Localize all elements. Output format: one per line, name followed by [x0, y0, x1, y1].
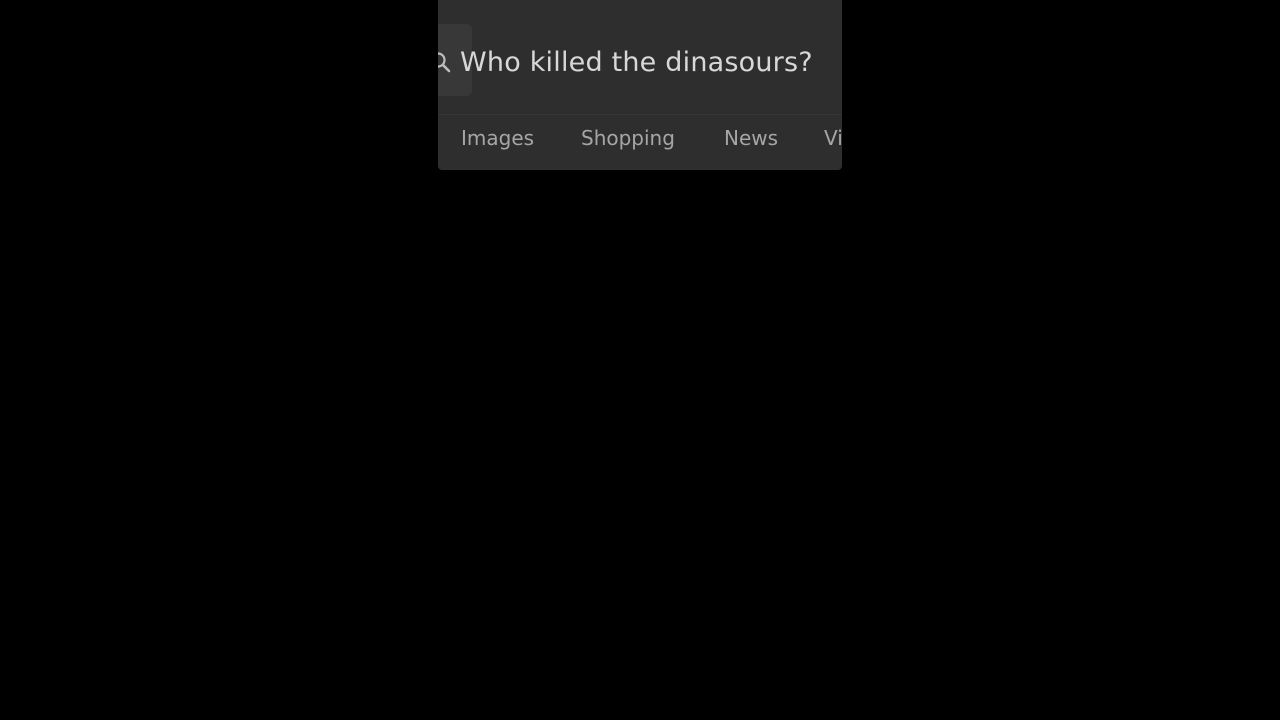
- screen: Who killed the dinasours? Images Shoppin…: [0, 0, 1280, 720]
- search-tabs: Images Shopping News Vi: [438, 116, 842, 162]
- tab-videos[interactable]: Vi: [824, 116, 842, 162]
- tab-images[interactable]: Images: [461, 116, 534, 162]
- search-panel: Who killed the dinasours? Images Shoppin…: [438, 0, 842, 170]
- search-input[interactable]: Who killed the dinasours?: [460, 24, 813, 102]
- tab-news[interactable]: News: [724, 116, 778, 162]
- tab-shopping[interactable]: Shopping: [581, 116, 675, 162]
- divider: [438, 114, 842, 115]
- search-bar[interactable]: Who killed the dinasours?: [438, 24, 842, 102]
- search-icon: [438, 52, 451, 73]
